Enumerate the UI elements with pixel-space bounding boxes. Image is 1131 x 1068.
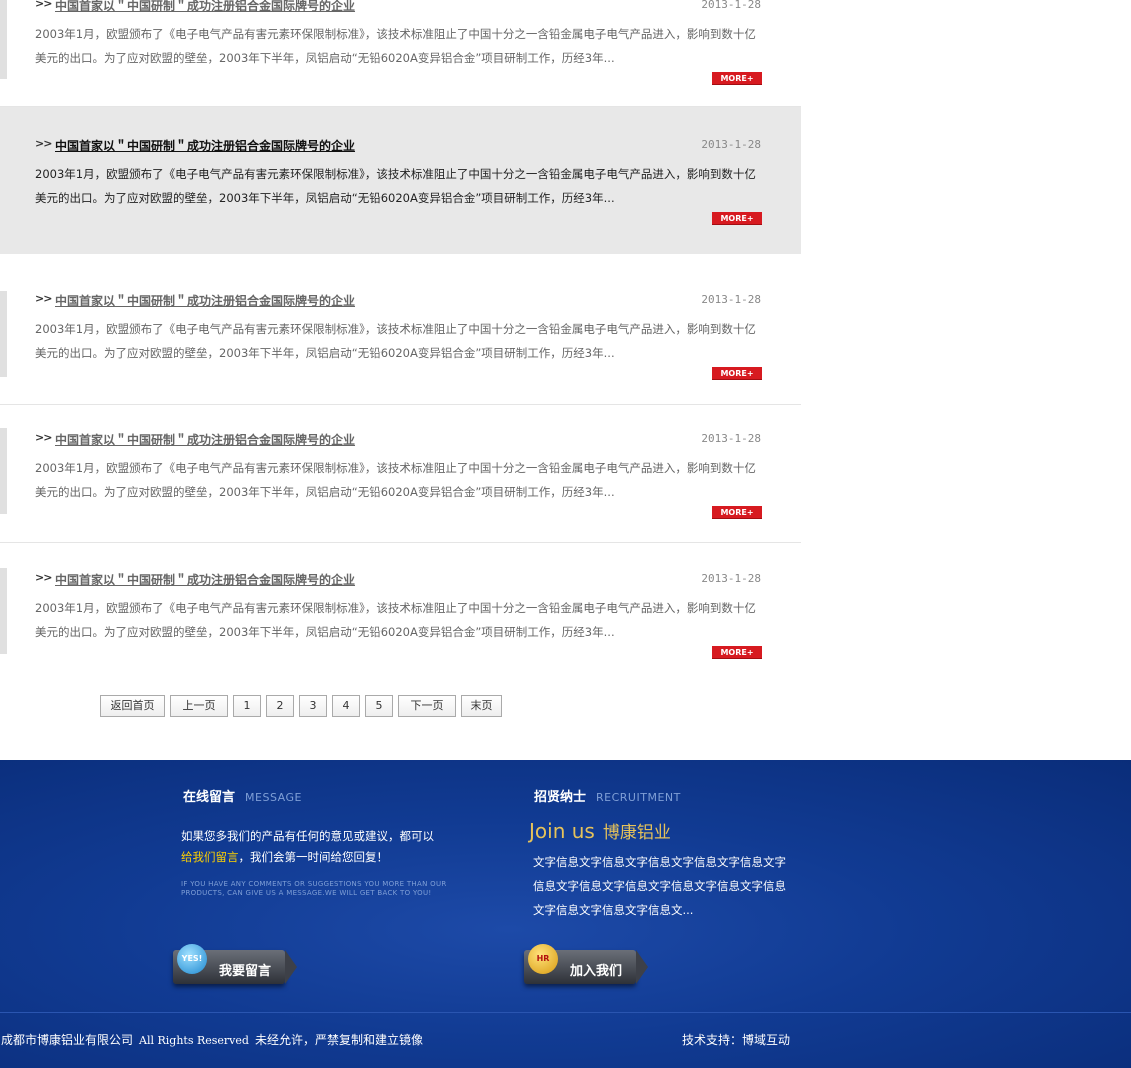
page-3-button[interactable]: 3 — [299, 695, 327, 717]
recruit-text: 文字信息文字信息文字信息文字信息文字信息文字信息文字信息文字信息文字信息文字信息… — [533, 855, 786, 917]
leave-message-link[interactable]: 给我们留言 — [181, 850, 239, 864]
last-page-button[interactable]: 末页 — [461, 695, 502, 717]
recruit-title-en: RECRUITMENT — [596, 791, 681, 804]
rights-reserved: All Rights Reserved — [139, 1034, 249, 1047]
more-button[interactable]: MORE+ — [712, 212, 762, 225]
join-us-label: 加入我们 — [570, 964, 623, 979]
item-accent-bar — [0, 428, 7, 514]
message-text-line2: ，我们会第一时间给您回复！ — [238, 850, 389, 864]
news-summary: 2003年1月，欧盟颁布了《电子电气产品有害元素环保限制标准》，该技术标准阻止了… — [35, 601, 756, 639]
yes-bubble-icon: YES! — [177, 944, 207, 974]
news-list: >> 中国首家以＂中国研制＂成功注册铝合金国际牌号的企业 2013-1-28 2… — [0, 0, 801, 683]
list-item: >> 中国首家以＂中国研制＂成功注册铝合金国际牌号的企业 2013-1-28 2… — [0, 254, 801, 405]
message-section-title: 在线留言 MESSAGE — [183, 786, 302, 805]
more-button[interactable]: MORE+ — [712, 367, 762, 380]
home-page-button[interactable]: 返回首页 — [100, 695, 165, 717]
item-accent-bar — [0, 291, 7, 377]
page-5-button[interactable]: 5 — [365, 695, 393, 717]
news-title-link[interactable]: 中国首家以＂中国研制＂成功注册铝合金国际牌号的企业 — [55, 571, 355, 588]
item-accent-bar — [0, 0, 7, 79]
news-summary: 2003年1月，欧盟颁布了《电子电气产品有害元素环保限制标准》，该技术标准阻止了… — [35, 322, 756, 360]
copyright: 成都市博康铝业有限公司 All Rights Reserved 未经允许，严禁复制和… — [1, 1031, 423, 1048]
list-item: >> 中国首家以＂中国研制＂成功注册铝合金国际牌号的企业 2013-1-28 2… — [0, 0, 801, 107]
more-button[interactable]: MORE+ — [712, 646, 762, 659]
leave-message-button[interactable]: YES! 我要留言 — [171, 938, 297, 986]
join-us-heading: Join us 博康铝业 — [529, 818, 671, 843]
item-accent-bar — [0, 568, 7, 654]
tech-support[interactable]: 技术支持：博域互动 — [682, 1031, 790, 1048]
news-title-link[interactable]: 中国首家以＂中国研制＂成功注册铝合金国际牌号的企业 — [55, 137, 355, 154]
button-arrow-tip — [636, 950, 648, 984]
recruit-section-title: 招贤纳士 RECRUITMENT — [534, 786, 681, 805]
more-button[interactable]: MORE+ — [712, 506, 762, 519]
hr-medal-icon: HR — [528, 944, 558, 974]
news-summary: 2003年1月，欧盟颁布了《电子电气产品有害元素环保限制标准》，该技术标准阻止了… — [35, 461, 756, 499]
news-title-link[interactable]: 中国首家以＂中国研制＂成功注册铝合金国际牌号的企业 — [55, 292, 355, 309]
page-4-button[interactable]: 4 — [332, 695, 360, 717]
news-date: 2013-1-28 — [701, 293, 761, 306]
message-intro: 如果您多我们的产品有任何的意见或建议，都可以 给我们留言，我们会第一时间给您回复… — [181, 826, 471, 868]
message-text-line1: 如果您多我们的产品有任何的意见或建议，都可以 — [181, 829, 434, 843]
bullet-arrow-icon: >> — [35, 292, 52, 305]
list-item: >> 中国首家以＂中国研制＂成功注册铝合金国际牌号的企业 2013-1-28 2… — [0, 543, 801, 683]
company-name: 成都市博康铝业有限公司 — [1, 1033, 134, 1047]
footer: 在线留言 MESSAGE 如果您多我们的产品有任何的意见或建议，都可以 给我们留言… — [0, 760, 1131, 1068]
recruit-title-cn: 招贤纳士 — [534, 790, 587, 805]
bullet-arrow-icon: >> — [35, 431, 52, 444]
message-title-en: MESSAGE — [245, 791, 302, 804]
list-item: >> 中国首家以＂中国研制＂成功注册铝合金国际牌号的企业 2013-1-28 2… — [0, 107, 801, 254]
join-us-cn: 博康铝业 — [602, 823, 671, 843]
page-1-button[interactable]: 1 — [233, 695, 261, 717]
news-title-link[interactable]: 中国首家以＂中国研制＂成功注册铝合金国际牌号的企业 — [55, 431, 355, 448]
copy-notice: 未经允许，严禁复制和建立镜像 — [254, 1033, 423, 1047]
join-us-button[interactable]: HR 加入我们 — [522, 938, 648, 986]
news-title-link[interactable]: 中国首家以＂中国研制＂成功注册铝合金国际牌号的企业 — [55, 0, 355, 14]
bullet-arrow-icon: >> — [35, 0, 52, 10]
page-2-button[interactable]: 2 — [266, 695, 294, 717]
message-english-text: IF YOU HAVE ANY COMMENTS OR SUGGESTIONS … — [181, 880, 447, 897]
prev-page-button[interactable]: 上一页 — [170, 695, 228, 717]
more-button[interactable]: MORE+ — [712, 72, 762, 85]
message-title-cn: 在线留言 — [183, 790, 236, 805]
next-page-button[interactable]: 下一页 — [398, 695, 456, 717]
list-item: >> 中国首家以＂中国研制＂成功注册铝合金国际牌号的企业 2013-1-28 2… — [0, 405, 801, 543]
news-date: 2013-1-28 — [701, 572, 761, 585]
footer-divider — [0, 1012, 1131, 1013]
join-us-en: Join us — [529, 819, 595, 843]
button-arrow-tip — [285, 950, 297, 984]
news-date: 2013-1-28 — [701, 0, 761, 11]
news-summary: 2003年1月，欧盟颁布了《电子电气产品有害元素环保限制标准》，该技术标准阻止了… — [35, 167, 756, 205]
news-date: 2013-1-28 — [701, 432, 761, 445]
bullet-arrow-icon: >> — [35, 137, 52, 150]
bullet-arrow-icon: >> — [35, 571, 52, 584]
leave-message-label: 我要留言 — [219, 964, 272, 979]
news-summary: 2003年1月，欧盟颁布了《电子电气产品有害元素环保限制标准》，该技术标准阻止了… — [35, 27, 756, 65]
news-date: 2013-1-28 — [701, 138, 761, 151]
